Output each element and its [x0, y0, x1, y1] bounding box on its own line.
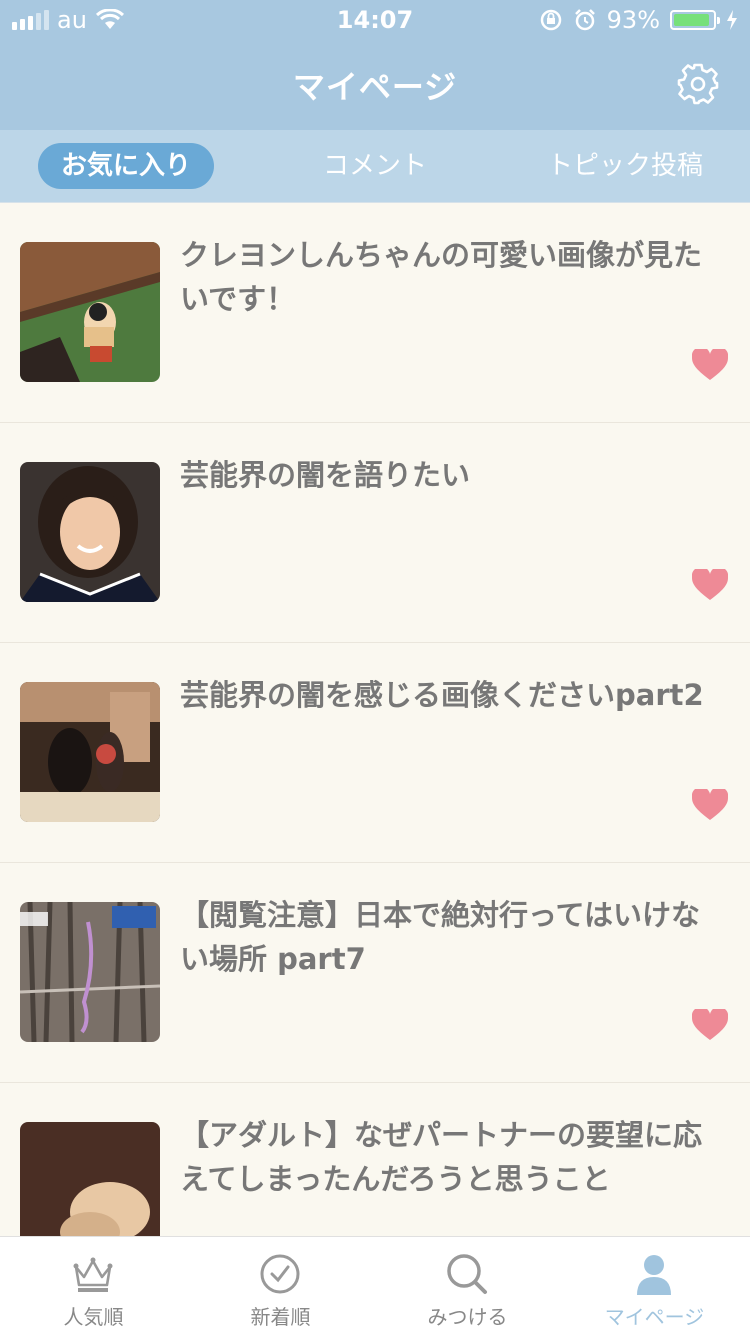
gear-icon[interactable] — [676, 62, 720, 106]
tab-topic-posts[interactable]: トピック投稿 — [530, 143, 720, 189]
battery-icon — [670, 10, 720, 30]
heart-icon[interactable] — [692, 569, 728, 601]
alarm-icon — [574, 9, 595, 31]
topic-thumbnail[interactable] — [20, 902, 160, 1042]
topic-thumbnail[interactable] — [20, 242, 160, 382]
list-item[interactable]: 【閲覧注意】日本で絶対行ってはいけない場所 part7 — [0, 863, 750, 1083]
topic-title[interactable]: 【アダルト】なぜパートナーの要望に応えてしまったんだろうと思うこと — [180, 1113, 725, 1201]
rotation-lock-icon — [540, 9, 561, 31]
tab-mypage[interactable]: マイページ — [561, 1237, 748, 1335]
heart-icon[interactable] — [692, 349, 728, 381]
topic-title[interactable]: クレヨンしんちゃんの可愛い画像が見たいです！ — [180, 233, 725, 321]
crown-icon — [73, 1257, 113, 1292]
tab-label: みつける — [427, 1305, 508, 1329]
topic-thumbnail[interactable] — [20, 682, 160, 822]
list-item[interactable]: クレヨンしんちゃんの可愛い画像が見たいです！ — [0, 203, 750, 423]
heart-icon[interactable] — [692, 789, 728, 821]
list-item[interactable]: 芸能界の闇を語りたい — [0, 423, 750, 643]
person-icon — [637, 1255, 671, 1295]
battery-percent: 93% — [606, 6, 660, 34]
segment-tabs: お気に入り コメント トピック投稿 — [0, 130, 750, 203]
tab-newest[interactable]: 新着順 — [187, 1237, 374, 1335]
topic-title[interactable]: 芸能界の闇を語りたい — [180, 453, 725, 497]
tab-label: マイページ — [604, 1305, 705, 1329]
favorites-list: クレヨンしんちゃんの可愛い画像が見たいです！ 芸能界の闇を語りたい 芸能界の闇を… — [0, 203, 750, 1303]
topic-title[interactable]: 芸能界の闇を感じる画像くださいpart2 — [180, 673, 725, 717]
heart-icon[interactable] — [692, 1009, 728, 1041]
tab-popular[interactable]: 人気順 — [0, 1237, 187, 1335]
list-item[interactable]: 芸能界の闇を感じる画像くださいpart2 — [0, 643, 750, 863]
topic-thumbnail[interactable] — [20, 462, 160, 602]
tab-favorites[interactable]: お気に入り — [38, 143, 214, 189]
topic-title[interactable]: 【閲覧注意】日本で絶対行ってはいけない場所 part7 — [180, 893, 725, 981]
status-right: 93% — [539, 6, 738, 34]
clock-icon — [260, 1254, 300, 1294]
page-title: マイページ — [292, 68, 458, 106]
charging-icon — [727, 10, 737, 30]
tab-discover[interactable]: みつける — [374, 1237, 561, 1335]
battery-fill — [674, 14, 709, 26]
bottom-tab-bar: 人気順 新着順 みつける マイページ — [0, 1236, 750, 1335]
search-icon — [447, 1254, 487, 1294]
tab-label: 新着順 — [250, 1305, 311, 1329]
navigation-bar: マイページ — [0, 40, 750, 130]
tab-comments[interactable]: コメント — [290, 143, 460, 189]
tab-label: 人気順 — [63, 1305, 124, 1329]
status-bar: au 14:07 93% — [0, 0, 750, 40]
